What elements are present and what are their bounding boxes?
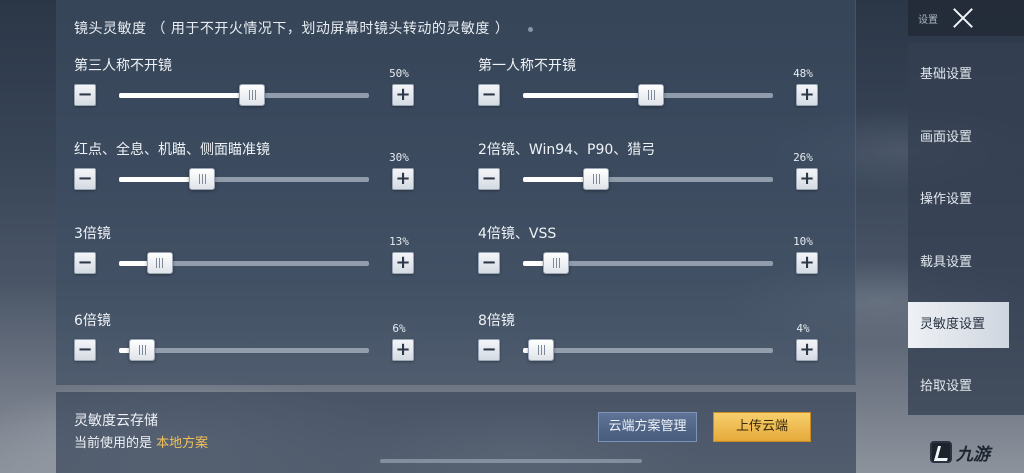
slider-fill	[119, 93, 244, 98]
setting-6x-scope: 6倍镜 6% − +	[74, 310, 414, 380]
setting-label: 4倍镜、VSS	[478, 226, 557, 242]
increase-button[interactable]: +	[392, 168, 414, 190]
panel-title: 镜头灵敏度	[74, 21, 147, 37]
current-profile-text: 当前使用的是 本地方案	[74, 432, 208, 451]
sidebar-item-pickup[interactable]: 拾取设置	[908, 364, 1009, 410]
sidebar-item-sensitivity[interactable]: 灵敏度设置	[908, 302, 1009, 348]
slider-thumb[interactable]	[239, 84, 265, 106]
setting-3x-scope: 3倍镜 13% − +	[74, 223, 414, 293]
setting-percent: 4%	[796, 322, 810, 335]
slider-thumb[interactable]	[189, 168, 215, 190]
slider-thumb[interactable]	[146, 252, 173, 274]
cloud-storage-title: 灵敏度云存储	[74, 413, 158, 429]
setting-label: 第一人称不开镜	[478, 58, 576, 74]
settings-sidebar: 基础设置 画面设置 操作设置 载具设置 灵敏度设置 拾取设置	[908, 43, 1024, 415]
increase-button[interactable]: +	[796, 339, 818, 361]
slider-track[interactable]	[119, 252, 369, 274]
slider-track[interactable]	[523, 168, 773, 190]
setting-label: 2倍镜、Win94、P90、猎弓	[478, 142, 656, 158]
slider-track[interactable]	[523, 339, 773, 361]
decrease-button[interactable]: −	[478, 252, 500, 274]
header-dot	[528, 26, 534, 32]
setting-label: 3倍镜	[74, 226, 111, 242]
sidebar-item-basic[interactable]: 基础设置	[908, 52, 1009, 98]
setting-percent: 13%	[389, 235, 409, 248]
increase-button[interactable]: +	[796, 84, 818, 106]
decrease-button[interactable]: −	[74, 84, 96, 106]
slider-track[interactable]	[523, 84, 773, 106]
setting-red-dot-holo-ironsight: 红点、全息、机瞄、侧面瞄准镜 30% − +	[74, 139, 414, 209]
increase-button[interactable]: +	[392, 84, 414, 106]
slider-track[interactable]	[119, 84, 369, 106]
slider-fill	[523, 177, 588, 182]
setting-label: 第三人称不开镜	[74, 58, 172, 74]
slider-thumb[interactable]	[543, 252, 569, 274]
current-profile-prefix: 当前使用的是	[74, 436, 153, 451]
setting-label: 红点、全息、机瞄、侧面瞄准镜	[74, 142, 270, 158]
setting-4x-scope: 4倍镜、VSS 10% − +	[478, 223, 818, 293]
settings-title: 设置	[918, 15, 938, 26]
setting-percent: 30%	[389, 151, 409, 164]
watermark-text: 九游	[956, 444, 990, 464]
settings-header: 设置	[908, 0, 1024, 36]
panel-subtitle: （ 用于不开火情况下，划动屏幕时镜头转动的灵敏度 ）	[151, 21, 510, 37]
close-icon[interactable]	[950, 5, 976, 31]
increase-button[interactable]: +	[796, 168, 818, 190]
upload-cloud-button[interactable]: 上传云端	[713, 412, 811, 442]
decrease-button[interactable]: −	[478, 168, 500, 190]
panel-header: 镜头灵敏度 （ 用于不开火情况下，划动屏幕时镜头转动的灵敏度 ）	[74, 18, 534, 38]
watermark-logo-icon	[930, 441, 952, 463]
sidebar-item-vehicle[interactable]: 载具设置	[908, 240, 1009, 286]
slider-fill	[119, 177, 194, 182]
slider-fill	[523, 93, 643, 98]
setting-label: 6倍镜	[74, 313, 111, 329]
sidebar-item-graphics[interactable]: 画面设置	[908, 115, 1009, 161]
setting-2x-scope: 2倍镜、Win94、P90、猎弓 26% − +	[478, 139, 818, 209]
slider-track[interactable]	[523, 252, 773, 274]
current-profile-name: 本地方案	[156, 436, 209, 451]
scroll-indicator	[380, 459, 642, 463]
slider-track[interactable]	[119, 168, 369, 190]
sensitivity-panel: 镜头灵敏度 （ 用于不开火情况下，划动屏幕时镜头转动的灵敏度 ） 第三人称不开镜…	[56, 0, 856, 385]
increase-button[interactable]: +	[392, 339, 414, 361]
setting-first-person-no-scope: 第一人称不开镜 48% − +	[478, 55, 818, 125]
slider-thumb[interactable]	[129, 339, 155, 361]
slider-thumb[interactable]	[528, 339, 554, 361]
decrease-button[interactable]: −	[74, 339, 96, 361]
decrease-button[interactable]: −	[478, 339, 500, 361]
sidebar-item-controls[interactable]: 操作设置	[908, 177, 1009, 223]
setting-8x-scope: 8倍镜 4% − +	[478, 310, 818, 380]
increase-button[interactable]: +	[796, 252, 818, 274]
decrease-button[interactable]: −	[478, 84, 500, 106]
setting-percent: 48%	[793, 67, 813, 80]
setting-percent: 50%	[389, 67, 409, 80]
slider-thumb[interactable]	[638, 84, 664, 106]
setting-percent: 10%	[793, 235, 813, 248]
setting-third-person-no-scope: 第三人称不开镜 50% − +	[74, 55, 414, 125]
decrease-button[interactable]: −	[74, 252, 96, 274]
slider-track[interactable]	[119, 339, 369, 361]
increase-button[interactable]: +	[392, 252, 414, 274]
setting-label: 8倍镜	[478, 313, 515, 329]
decrease-button[interactable]: −	[74, 168, 96, 190]
site-watermark: 九游	[930, 437, 1020, 467]
cloud-plan-manage-button[interactable]: 云端方案管理	[598, 412, 697, 442]
setting-percent: 6%	[392, 322, 406, 335]
slider-thumb[interactable]	[583, 168, 609, 190]
setting-percent: 26%	[793, 151, 813, 164]
